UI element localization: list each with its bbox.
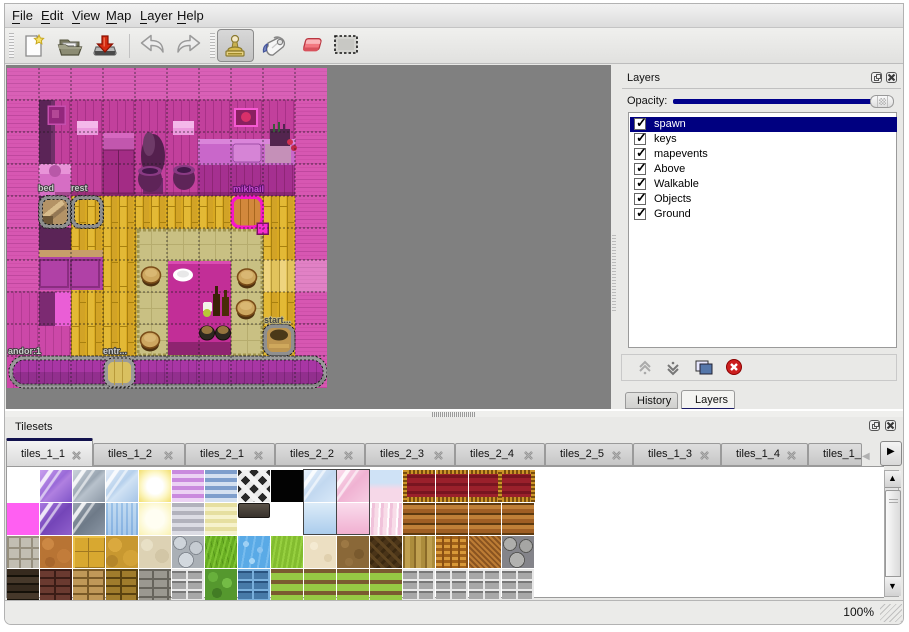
svg-text:bed: bed [38, 183, 54, 193]
svg-text:entr...: entr... [103, 346, 127, 356]
svg-text:rest: rest [71, 183, 88, 193]
svg-text:mikhail: mikhail [233, 184, 264, 194]
svg-text:start...: start... [264, 315, 291, 325]
svg-text:andor:1: andor:1 [8, 346, 41, 356]
